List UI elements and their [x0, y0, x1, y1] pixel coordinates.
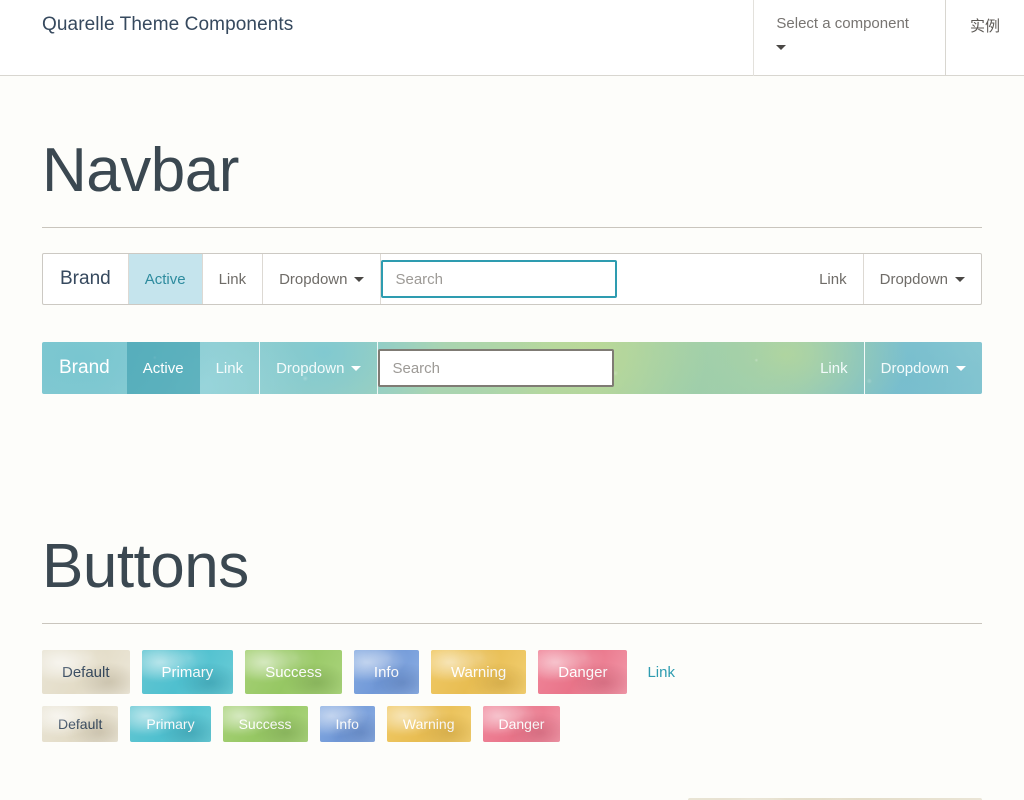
page-container: Navbar Brand Active Link Dropdown Link	[42, 76, 982, 743]
navbar-default-right-link-label: Link	[819, 270, 847, 288]
button-sm-default[interactable]: Default	[42, 706, 119, 743]
chevron-down-icon	[354, 271, 365, 288]
navbar-inverse-right-dropdown-label: Dropdown	[880, 359, 949, 377]
navbar-default-right-group: Link Dropdown	[803, 254, 981, 305]
navbar-inverse-right-group: Link Dropdown	[804, 342, 982, 395]
button-sm-info[interactable]: Info	[319, 706, 375, 743]
navbar-section: Navbar Brand Active Link Dropdown Link	[42, 76, 982, 395]
buttons-section-title: Buttons	[42, 532, 249, 602]
chevron-down-icon	[956, 360, 966, 377]
app-header-actions: Select a component 实例	[753, 0, 1024, 76]
navbar-default-item-active[interactable]: Active	[128, 254, 203, 305]
button-sm-danger[interactable]: Danger	[482, 706, 561, 743]
navbar-default-item-link[interactable]: Link	[203, 254, 264, 305]
chevron-down-icon	[776, 38, 787, 55]
navbar-default-brand[interactable]: Brand	[43, 254, 129, 305]
button-sm-success[interactable]: Success	[222, 706, 308, 743]
chevron-down-icon	[351, 360, 362, 377]
button-success[interactable]: Success	[245, 650, 342, 695]
button-warning[interactable]: Warning	[430, 650, 527, 695]
component-select-label: Select a component	[776, 15, 909, 32]
navbar-default-item-dropdown-label: Dropdown	[279, 270, 348, 288]
navbar-default-search-input[interactable]	[381, 260, 618, 299]
app-header-inner: Quarelle Theme Components Select a compo…	[0, 0, 1024, 76]
navbar-inverse-search-wrap	[378, 342, 804, 394]
navbar-inverse-item-dropdown[interactable]: Dropdown	[260, 342, 379, 395]
navbar-inverse-right-link[interactable]: Link	[804, 342, 864, 394]
navbar-inverse-item-active[interactable]: Active	[126, 342, 200, 395]
app-header: Quarelle Theme Components Select a compo…	[0, 0, 1024, 76]
chevron-down-icon	[955, 271, 965, 288]
navbar-section-title: Navbar	[42, 136, 239, 205]
buttons-row-primary: Default Primary Success Info Warning Dan…	[42, 650, 982, 695]
buttons-section: Buttons Default Primary Success Info War…	[42, 394, 982, 743]
navbar-default-right-dropdown-label: Dropdown	[879, 270, 948, 288]
navbar-default-item-dropdown[interactable]: Dropdown	[263, 254, 382, 305]
button-danger[interactable]: Danger	[538, 650, 628, 695]
navbar-default: Brand Active Link Dropdown Link Dropdown	[42, 253, 982, 306]
button-default[interactable]: Default	[42, 650, 130, 695]
navbar-inverse-item-active-label: Active	[142, 359, 184, 377]
navbar-default-search-wrap	[381, 254, 803, 304]
button-link[interactable]: Link	[639, 650, 683, 694]
button-sm-warning[interactable]: Warning	[386, 706, 471, 743]
navbar-default-right-link[interactable]: Link	[803, 254, 863, 304]
component-select-dropdown[interactable]: Select a component	[753, 0, 945, 76]
navbar-inverse-search-input[interactable]	[378, 349, 615, 388]
button-info[interactable]: Info	[353, 650, 419, 695]
navbar-inverse-item-dropdown-label: Dropdown	[276, 359, 345, 377]
navbar-default-item-active-label: Active	[144, 270, 186, 288]
button-sm-primary[interactable]: Primary	[130, 706, 211, 743]
navbar-default-item-link-label: Link	[218, 270, 247, 288]
app-brand-title[interactable]: Quarelle Theme Components	[0, 0, 293, 36]
navbar-inverse-right-link-label: Link	[820, 359, 848, 377]
example-link[interactable]: 实例	[944, 0, 1024, 76]
navbar-inverse-right-dropdown[interactable]: Dropdown	[863, 342, 982, 395]
section-divider	[42, 227, 982, 229]
section-divider	[42, 623, 982, 625]
navbar-inverse: Brand Active Link Dropdown Link Dropdown	[42, 342, 982, 395]
navbar-inverse-item-link[interactable]: Link	[200, 342, 261, 395]
navbar-inverse-item-link-label: Link	[215, 359, 244, 377]
navbar-inverse-brand[interactable]: Brand	[42, 342, 127, 394]
button-primary[interactable]: Primary	[141, 650, 234, 695]
buttons-row-secondary: Default Primary Success Info Warning Dan…	[42, 706, 982, 743]
navbar-default-right-dropdown[interactable]: Dropdown	[862, 254, 981, 305]
